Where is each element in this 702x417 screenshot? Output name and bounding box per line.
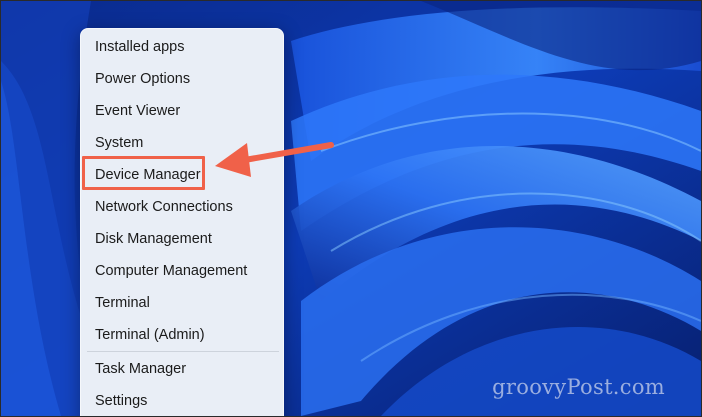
- menu-item-network-connections[interactable]: Network Connections: [81, 192, 285, 222]
- menu-item-terminal[interactable]: Terminal: [81, 288, 285, 318]
- menu-separator: [87, 351, 279, 352]
- menu-item-event-viewer[interactable]: Event Viewer: [81, 96, 285, 126]
- red-arrow-annotation-icon: [215, 142, 334, 177]
- screenshot-frame: Installed apps Power Options Event Viewe…: [0, 0, 702, 417]
- menu-item-terminal-admin[interactable]: Terminal (Admin): [81, 320, 285, 350]
- menu-item-installed-apps[interactable]: Installed apps: [81, 32, 285, 62]
- menu-item-power-options[interactable]: Power Options: [81, 64, 285, 94]
- groovypost-watermark: groovyPost.com: [492, 375, 665, 399]
- menu-item-settings[interactable]: Settings: [81, 386, 285, 416]
- device-manager-highlight-box: [82, 156, 205, 190]
- menu-item-computer-management[interactable]: Computer Management: [81, 256, 285, 286]
- quick-link-menu: Installed apps Power Options Event Viewe…: [80, 28, 285, 416]
- menu-item-task-manager[interactable]: Task Manager: [81, 354, 285, 384]
- menu-item-disk-management[interactable]: Disk Management: [81, 224, 285, 254]
